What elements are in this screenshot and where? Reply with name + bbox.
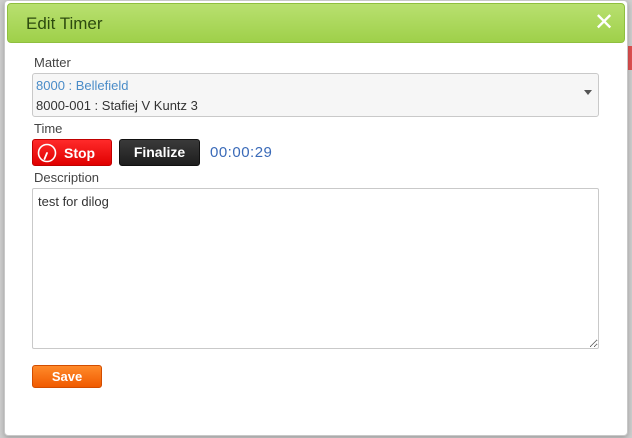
description-label: Description — [34, 170, 100, 185]
stop-button-label: Stop — [64, 145, 96, 161]
stopwatch-icon — [37, 143, 57, 163]
backdrop-accent — [628, 46, 632, 70]
close-icon[interactable]: ✕ — [592, 10, 616, 36]
finalize-button[interactable]: Finalize — [119, 139, 200, 166]
time-label: Time — [34, 121, 63, 136]
chevron-down-icon[interactable] — [584, 90, 592, 95]
elapsed-time: 00:00:29 — [210, 144, 273, 161]
dialog-title: Edit Timer — [26, 14, 103, 33]
edit-timer-dialog: Edit Timer ✕ Matter 8000 : Bellefield 80… — [4, 0, 628, 436]
selected-matter: 8000-001 : Stafiej V Kuntz 3 — [36, 98, 198, 113]
description-textarea[interactable]: test for dilog — [32, 188, 599, 349]
stop-button[interactable]: Stop — [32, 139, 112, 166]
selected-client: 8000 : Bellefield — [36, 78, 129, 93]
matter-select[interactable]: 8000 : Bellefield 8000-001 : Stafiej V K… — [32, 73, 599, 117]
save-button[interactable]: Save — [32, 365, 102, 388]
matter-label: Matter — [34, 55, 71, 70]
dialog-titlebar: Edit Timer ✕ — [7, 3, 625, 43]
